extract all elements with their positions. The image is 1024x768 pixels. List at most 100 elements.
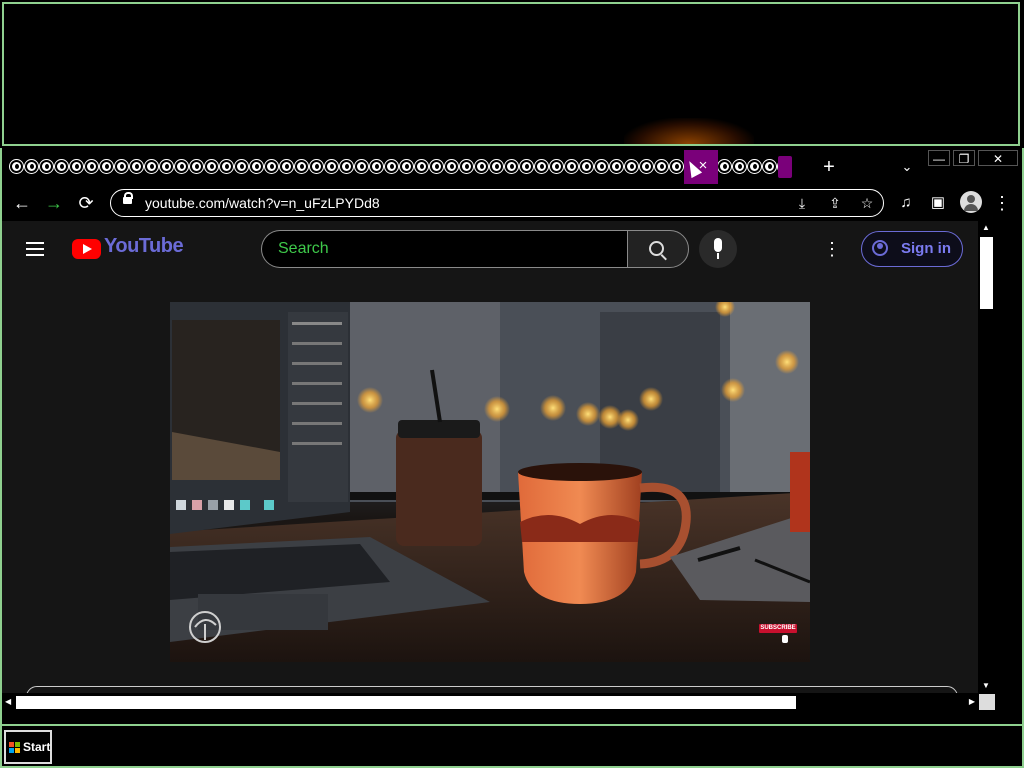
highlighted-tab[interactable] <box>778 156 792 178</box>
tab-favicon-icon[interactable] <box>594 159 609 174</box>
sign-in-label: Sign in <box>901 240 951 257</box>
tab-favicon-icon[interactable] <box>294 159 309 174</box>
tab-favicon-icon[interactable] <box>717 159 732 174</box>
tab-favicon-icon[interactable] <box>189 159 204 174</box>
scroll-right-icon[interactable]: ▶ <box>969 696 975 708</box>
search-field[interactable]: Search <box>261 230 627 268</box>
tab-favicon-icon[interactable] <box>384 159 399 174</box>
tab-favicon-icon[interactable] <box>444 159 459 174</box>
tab-favicon-icon[interactable] <box>549 159 564 174</box>
tab-favicon-icon[interactable] <box>639 159 654 174</box>
tab-favicon-icon[interactable] <box>489 159 504 174</box>
microphone-icon[interactable] <box>699 230 737 268</box>
close-window-button[interactable]: ✕ <box>978 150 1018 166</box>
share-icon[interactable]: ⇪ <box>824 190 846 216</box>
media-control-icon[interactable]: ♫ <box>894 186 918 220</box>
tab-favicon-icon[interactable] <box>144 159 159 174</box>
tab-favicon-icon[interactable] <box>39 159 54 174</box>
new-tab-button[interactable]: + <box>820 156 838 178</box>
tab-favicon-icon[interactable] <box>114 159 129 174</box>
reload-icon[interactable]: ⟳ <box>74 186 98 220</box>
scroll-down-icon[interactable]: ▼ <box>982 681 990 691</box>
sign-in-button[interactable]: Sign in <box>861 231 963 267</box>
tab-favicon-icon[interactable] <box>309 159 324 174</box>
page-viewport: YouTube Search ⋮ Sign in SUBSCRIBE <box>2 221 978 693</box>
side-panel-icon[interactable]: ▣ <box>926 186 950 220</box>
more-options-icon[interactable]: ⋮ <box>822 237 842 261</box>
tab-favicon-icon[interactable] <box>654 159 669 174</box>
tab-favicon-icon[interactable] <box>279 159 294 174</box>
profile-avatar-icon[interactable] <box>960 191 982 213</box>
subscribe-watermark[interactable]: SUBSCRIBE <box>759 624 797 633</box>
bokeh-light <box>484 396 510 422</box>
tab-favicon-icon[interactable] <box>249 159 264 174</box>
tab-favicon-icon[interactable] <box>54 159 69 174</box>
taskbar: Start <box>0 724 1024 768</box>
tab-favicon-icon[interactable] <box>564 159 579 174</box>
install-app-icon[interactable]: ⤓ <box>791 190 813 216</box>
browser-menu-icon[interactable]: ⋮ <box>990 186 1014 220</box>
tab-favicon-icon[interactable] <box>129 159 144 174</box>
tab-favicon-icon[interactable] <box>762 159 777 174</box>
youtube-logo-text[interactable]: YouTube <box>104 235 184 258</box>
tab-favicon-icon[interactable] <box>669 159 684 174</box>
browser-toolbar: ← → ⟳ youtube.com/watch?v=n_uFzLPYDd8 ⤓ … <box>2 186 1022 220</box>
tab-search-icon[interactable]: ⌄ <box>898 158 916 176</box>
tab-favicon-icon[interactable] <box>234 159 249 174</box>
forward-arrow-icon[interactable]: → <box>42 186 66 220</box>
tab-favicon-icon[interactable] <box>264 159 279 174</box>
tab-favicon-icon[interactable] <box>429 159 444 174</box>
vertical-scroll-thumb[interactable] <box>980 237 993 309</box>
guide-menu-icon[interactable] <box>24 239 48 259</box>
bokeh-light <box>721 378 745 402</box>
tab-favicon-icon[interactable] <box>369 159 384 174</box>
scroll-up-icon[interactable]: ▲ <box>982 223 990 233</box>
tab-favicon-icon[interactable] <box>24 159 39 174</box>
start-label: Start <box>23 740 51 754</box>
restore-button[interactable]: ❐ <box>953 150 975 166</box>
tab-favicon-icon[interactable] <box>474 159 489 174</box>
tab-favicon-icon[interactable] <box>579 159 594 174</box>
tab-favicon-icon[interactable] <box>84 159 99 174</box>
back-arrow-icon[interactable]: ← <box>10 186 34 220</box>
tab-favicon-icon[interactable] <box>9 159 24 174</box>
youtube-logo-icon[interactable] <box>72 239 101 259</box>
tab-favicon-icon[interactable] <box>747 159 762 174</box>
tab-favicon-icon[interactable] <box>324 159 339 174</box>
vertical-scrollbar[interactable]: ▲ ▼ <box>978 221 996 693</box>
horizontal-scroll-thumb[interactable] <box>16 696 796 709</box>
tab-favicon-icon[interactable] <box>534 159 549 174</box>
tab-favicon-icon[interactable] <box>69 159 84 174</box>
tab-favicon-icon[interactable] <box>159 159 174 174</box>
tab-favicon-icon[interactable] <box>624 159 639 174</box>
tab-favicon-icon[interactable] <box>354 159 369 174</box>
search-input[interactable]: Search <box>278 231 329 267</box>
tab-favicon-icon[interactable] <box>204 159 219 174</box>
scroll-left-icon[interactable]: ◀ <box>5 696 11 708</box>
window-glow <box>624 118 754 144</box>
start-button[interactable]: Start <box>4 730 52 764</box>
tab-favicon-icon[interactable] <box>399 159 414 174</box>
tab-favicon-icon[interactable] <box>99 159 114 174</box>
bokeh-light <box>617 409 639 431</box>
lock-icon[interactable] <box>123 192 133 204</box>
minimize-button[interactable]: — <box>928 150 950 166</box>
tab-favicon-icon[interactable] <box>504 159 519 174</box>
url-text[interactable]: youtube.com/watch?v=n_uFzLPYDd8 <box>145 190 380 216</box>
search-button[interactable] <box>627 230 689 268</box>
tab-favicon-icon[interactable] <box>414 159 429 174</box>
tab-favicon-icon[interactable] <box>519 159 534 174</box>
bokeh-light <box>540 395 566 421</box>
video-player[interactable]: SUBSCRIBE <box>170 302 810 662</box>
account-icon <box>872 240 888 256</box>
tab-favicon-icon[interactable] <box>459 159 474 174</box>
tab-favicon-icon[interactable] <box>732 159 747 174</box>
address-bar[interactable]: youtube.com/watch?v=n_uFzLPYDd8 ⤓ ⇪ ☆ <box>110 189 884 217</box>
tab-favicon-icon[interactable] <box>219 159 234 174</box>
horizontal-scrollbar[interactable]: ◀ ▶ <box>2 693 978 711</box>
jar <box>396 430 482 546</box>
bookmark-star-icon[interactable]: ☆ <box>856 190 878 216</box>
tab-favicon-icon[interactable] <box>174 159 189 174</box>
tab-favicon-icon[interactable] <box>339 159 354 174</box>
tab-favicon-icon[interactable] <box>609 159 624 174</box>
